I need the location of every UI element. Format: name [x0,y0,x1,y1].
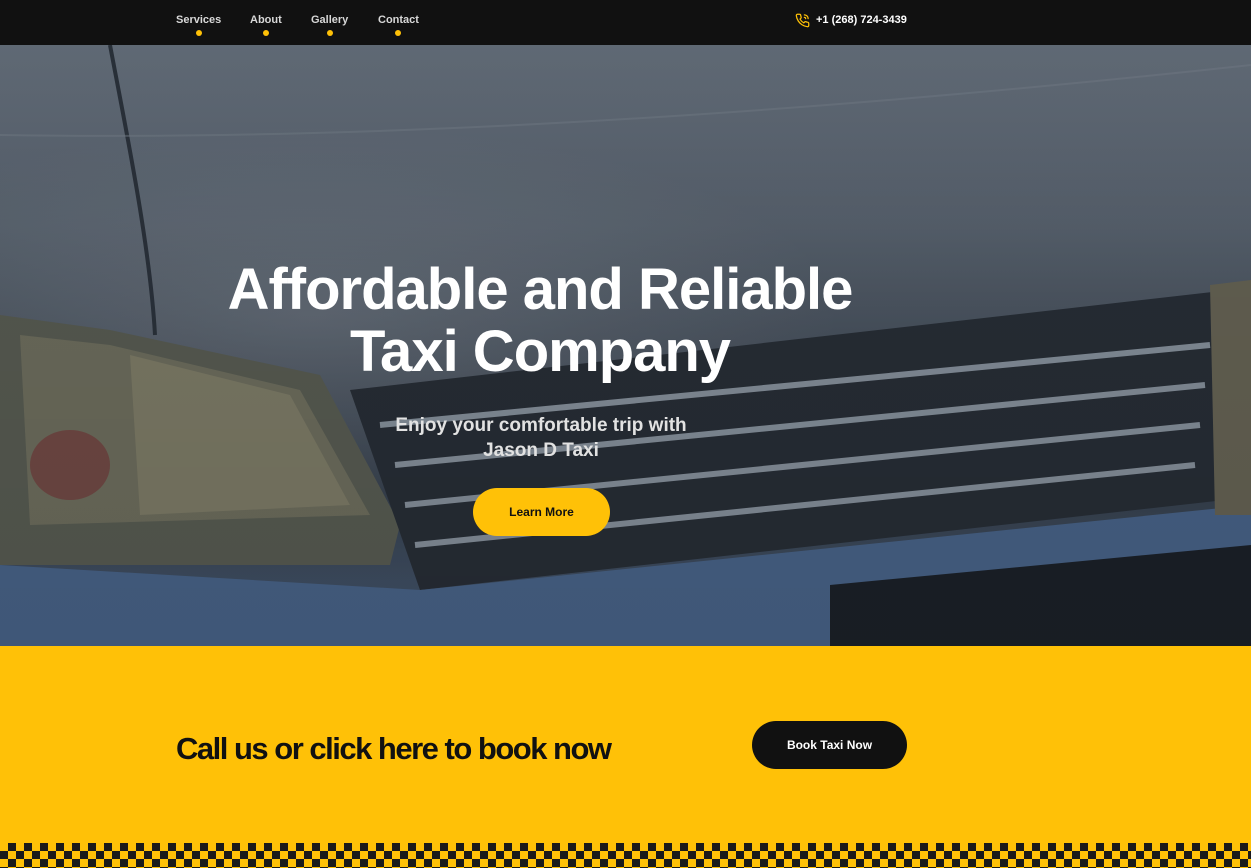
nav-label-gallery: Gallery [311,14,349,26]
nav-link-about[interactable]: About [250,14,282,36]
book-taxi-button[interactable]: Book Taxi Now [752,721,907,769]
hero-subtitle-line2: Jason D Taxi [483,440,599,461]
hero-title-line2: Taxi Company [349,319,731,384]
learn-more-button[interactable]: Learn More [473,488,610,536]
nav-label-services: Services [176,14,222,26]
checkered-divider [0,843,1251,868]
nav-dot [326,30,333,36]
hero-title-line1: Affordable and Reliable [227,257,854,322]
hero-subtitle-line1: Enjoy your comfortable trip with [395,415,687,436]
hero-title: Affordable and Reliable Taxi Company [140,259,940,383]
nav-dot [395,30,402,36]
nav-label-contact: Contact [378,14,419,26]
nav-link-services[interactable]: Services [176,14,222,36]
nav-label-about: About [250,14,282,26]
hero-section: Affordable and Reliable Taxi Company Enj… [0,45,1251,646]
phone-link[interactable]: +1 (268) 724-3439 [795,11,907,29]
booking-heading: Call us or click here to book now [176,731,612,766]
nav-link-contact[interactable]: Contact [378,14,419,36]
phone-number: +1 (268) 724-3439 [816,14,907,26]
phone-icon [795,13,810,27]
nav-dot [262,30,269,36]
booking-section: Call us or click here to book now Book T… [0,646,1251,868]
hero-subtitle: Enjoy your comfortable trip with Jason D… [341,413,741,463]
top-navbar: Services About Gallery Contact +1 (268) … [0,0,1251,45]
nav-link-gallery[interactable]: Gallery [311,14,349,36]
nav-dot [195,30,202,36]
